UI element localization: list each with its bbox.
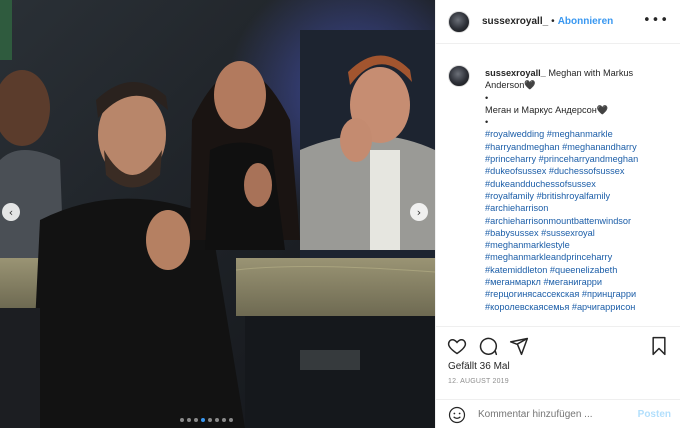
post-comment-button[interactable]: Posten xyxy=(638,409,671,420)
comment-input[interactable] xyxy=(478,409,628,420)
action-icons xyxy=(446,335,530,357)
separator-dot: • xyxy=(551,16,555,27)
caption-line-2: Меган и Маркус Андерсон🖤 xyxy=(485,104,609,115)
hashtag-line[interactable]: #меганмаркл #меганигарри xyxy=(485,276,670,288)
post-date: 12. AUGUST 2019 xyxy=(448,378,509,385)
likes-count[interactable]: Gefällt 36 Mal xyxy=(448,361,510,372)
more-options-icon[interactable]: ••• xyxy=(643,13,669,28)
hashtag-line[interactable]: #королевскаясемья #арчигаррисон xyxy=(485,301,670,313)
heart-icon[interactable] xyxy=(446,335,468,357)
hashtag-line[interactable]: #babysussex #sussexroyal xyxy=(485,227,670,239)
carousel-indicator xyxy=(180,418,233,422)
caption-text: sussexroyall_ Meghan with Markus Anderso… xyxy=(485,67,670,313)
photo-illustration xyxy=(0,0,435,428)
instagram-post: ‹ › sussexroyall_ • Abonnieren ••• susse… xyxy=(0,0,680,428)
hashtag-line[interactable]: #dukeandduchessofsussex xyxy=(485,178,670,190)
hashtag-line[interactable]: #meghanmarklestyle xyxy=(485,239,670,251)
hashtag-line[interactable]: #archieharrisonmountbattenwindsor xyxy=(485,215,670,227)
hashtag-line[interactable]: #princeharry #princeharryandmeghan xyxy=(485,153,670,165)
hashtag-line[interactable]: #герцогинясассекская #принцгарри xyxy=(485,288,670,300)
post-sidebar: sussexroyall_ • Abonnieren ••• sussexroy… xyxy=(435,0,680,428)
carousel-prev-button[interactable]: ‹ xyxy=(2,203,20,221)
hashtag-line[interactable]: #royalfamily #britishroyalfamily xyxy=(485,190,670,202)
bookmark-icon[interactable] xyxy=(648,335,670,357)
hashtag-line[interactable]: #archieharrison xyxy=(485,202,670,214)
hashtag-line[interactable]: #dukeofsussex #duchessofsussex xyxy=(485,165,670,177)
post-username[interactable]: sussexroyall_ xyxy=(482,16,548,27)
post-actions: Gefällt 36 Mal 12. AUGUST 2019 Posten xyxy=(436,326,680,428)
carousel-dot xyxy=(229,418,233,422)
carousel-dot xyxy=(194,418,198,422)
carousel-dot-active xyxy=(201,418,205,422)
caption-bullet: • xyxy=(485,117,489,128)
hashtag-line[interactable]: #meghanmarkleandprinceharry xyxy=(485,251,670,263)
hashtag-line[interactable]: #royalwedding #meghanmarkle xyxy=(485,128,670,140)
carousel-dot xyxy=(222,418,226,422)
carousel-dot xyxy=(180,418,184,422)
post-header: sussexroyall_ • Abonnieren ••• xyxy=(436,0,680,44)
carousel-dot xyxy=(187,418,191,422)
comment-bar: Posten xyxy=(436,399,680,428)
caption-area: sussexroyall_ Meghan with Markus Anderso… xyxy=(436,58,680,326)
carousel-dot xyxy=(215,418,219,422)
post-photo[interactable]: ‹ › xyxy=(0,0,435,428)
share-icon[interactable] xyxy=(508,335,530,357)
emoji-icon[interactable] xyxy=(446,404,468,426)
caption-username[interactable]: sussexroyall_ xyxy=(485,68,546,78)
avatar[interactable] xyxy=(448,10,470,33)
hashtag-line[interactable]: #harryandmeghan #meghanandharry xyxy=(485,141,670,153)
carousel-dot xyxy=(208,418,212,422)
caption-avatar[interactable] xyxy=(448,65,470,87)
comment-icon[interactable] xyxy=(477,335,499,357)
hashtag-line[interactable]: #katemiddleton #queenelizabeth xyxy=(485,264,670,276)
carousel-next-button[interactable]: › xyxy=(410,203,428,221)
caption-bullet: • xyxy=(485,92,489,103)
follow-button[interactable]: Abonnieren xyxy=(558,16,614,27)
